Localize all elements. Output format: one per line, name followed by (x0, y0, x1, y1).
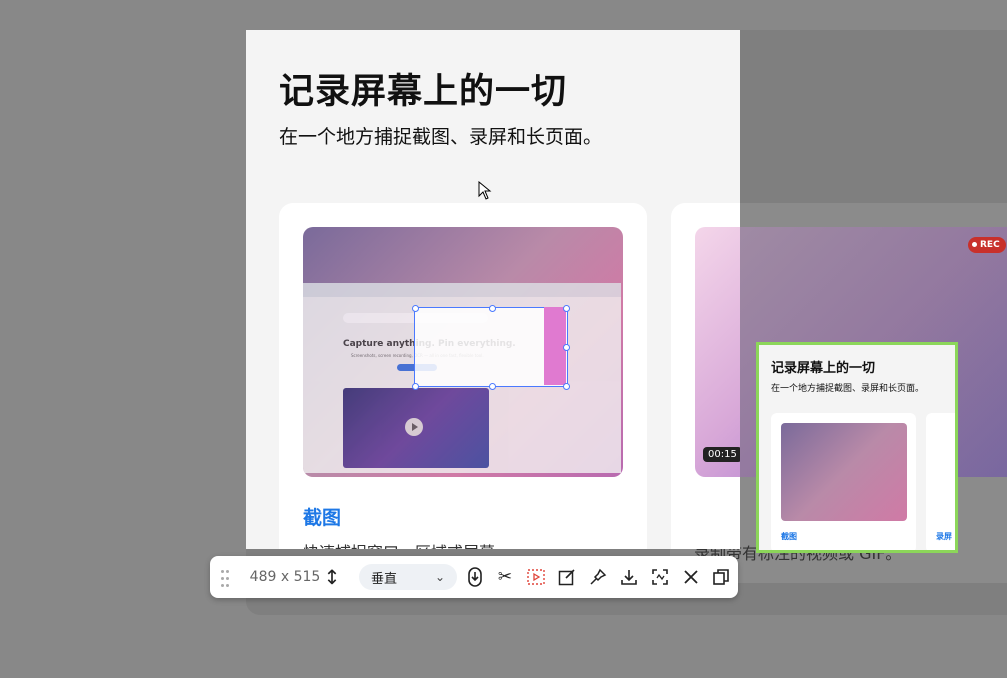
preview-card1-label: 截图 (781, 532, 797, 541)
pin-icon[interactable] (585, 556, 611, 598)
ocr-scan-icon[interactable] (647, 556, 673, 598)
preview-title: 记录屏幕上的一切 (771, 361, 876, 376)
preview-subtitle: 在一个地方捕捉截图、录屏和长页面。 (771, 384, 925, 394)
rec-badge: REC (968, 237, 1006, 253)
preview-image (781, 423, 907, 521)
edit-icon[interactable] (554, 556, 580, 598)
capture-region[interactable]: 记录屏幕上的一切 在一个地方捕捉截图、录屏和长页面。 Capture anyth… (246, 30, 740, 549)
card-title-screenshot: 截图 (303, 507, 342, 529)
feature-card-recording: 00:15 (671, 203, 740, 549)
record-icon[interactable] (523, 556, 549, 598)
selection-size: 489 x 515 (249, 569, 321, 585)
scroll-direction-value: 垂直 (371, 571, 398, 587)
download-icon[interactable] (616, 556, 642, 598)
play-icon (405, 418, 423, 436)
vertical-resize-icon[interactable]: ↕ (322, 556, 342, 598)
scissors-icon[interactable]: ✂ (492, 556, 518, 598)
capture-preview-thumbnail[interactable]: 记录屏幕上的一切 在一个地方捕捉截图、录屏和长页面。 截图 录屏 (756, 342, 958, 553)
page-subtitle: 在一个地方捕捉截图、录屏和长页面。 (279, 126, 603, 148)
card-desc-screenshot: 快速捕捉窗口、区域或屏幕。 (303, 539, 511, 549)
mock-video (343, 388, 489, 468)
scroll-down-icon[interactable] (462, 556, 488, 598)
screenshot-illustration: Capture anything. Pin everything. Screen… (303, 227, 623, 477)
copy-icon[interactable] (708, 556, 734, 598)
drag-grip-icon[interactable] (220, 556, 232, 598)
chevron-down-icon: ⌄ (434, 570, 445, 584)
preview-card2-label: 录屏 (936, 532, 952, 541)
scroll-direction-select[interactable]: 垂直 ⌄ (359, 564, 457, 590)
page-title: 记录屏幕上的一切 (279, 72, 568, 112)
recording-timer: 00:15 (703, 447, 740, 462)
selection-rectangle (412, 305, 570, 390)
capture-toolbar: 489 x 515 ↕ 垂直 ⌄ ✂ (210, 556, 738, 598)
close-icon[interactable] (678, 556, 704, 598)
recording-illustration: 00:15 (695, 227, 740, 477)
cursor-icon (478, 181, 492, 200)
preview-card-2: 录屏 (926, 413, 955, 550)
preview-card-1: 截图 (771, 413, 916, 550)
feature-card-screenshot: Capture anything. Pin everything. Screen… (279, 203, 647, 549)
